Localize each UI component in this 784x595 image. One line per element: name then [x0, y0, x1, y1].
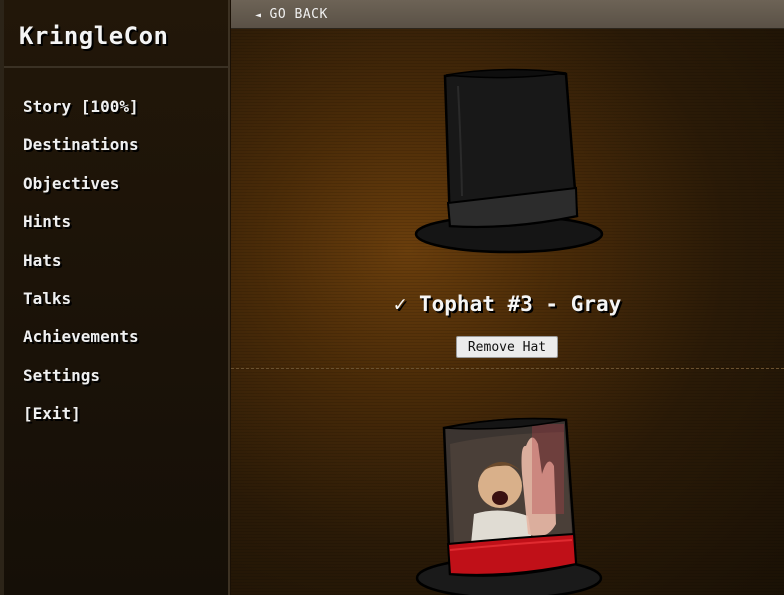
sidebar-item-story[interactable]: Story [100%] — [23, 95, 139, 133]
back-bar: ◄ GO BACK — [231, 0, 784, 29]
sidebar-item-achievements[interactable]: Achievements — [23, 325, 139, 363]
go-back-link[interactable]: ◄ GO BACK — [255, 7, 328, 22]
hat-title: ✓ Tophat #3 - Gray — [231, 292, 784, 316]
back-arrow-icon: ◄ — [255, 10, 262, 21]
sidebar-item-exit[interactable]: [Exit] — [23, 402, 139, 440]
sidebar-menu: Story [100%] Destinations Objectives Hin… — [23, 95, 139, 441]
sidebar-item-talks[interactable]: Talks — [23, 287, 139, 325]
divider — [231, 368, 784, 369]
tophat-gray-icon — [414, 68, 604, 254]
sidebar-item-destinations[interactable]: Destinations — [23, 133, 139, 171]
sidebar: KringleCon Story [100%] Destinations Obj… — [0, 0, 230, 595]
tophat-photo-icon — [415, 417, 603, 595]
sidebar-item-hints[interactable]: Hints — [23, 210, 139, 248]
main-panel: ◄ GO BACK ✓ Tophat #3 - Gray Remove Hat — [231, 0, 784, 595]
sidebar-item-settings[interactable]: Settings — [23, 364, 139, 402]
check-icon: ✓ — [393, 292, 407, 316]
remove-hat-button[interactable]: Remove Hat — [456, 336, 558, 358]
logo-area: KringleCon — [0, 0, 228, 68]
sidebar-item-objectives[interactable]: Objectives — [23, 172, 139, 210]
go-back-label: GO BACK — [269, 7, 328, 22]
app-logo[interactable]: KringleCon — [19, 22, 228, 50]
sidebar-item-hats[interactable]: Hats — [23, 249, 139, 287]
hat-name: Tophat #3 - Gray — [419, 292, 622, 316]
